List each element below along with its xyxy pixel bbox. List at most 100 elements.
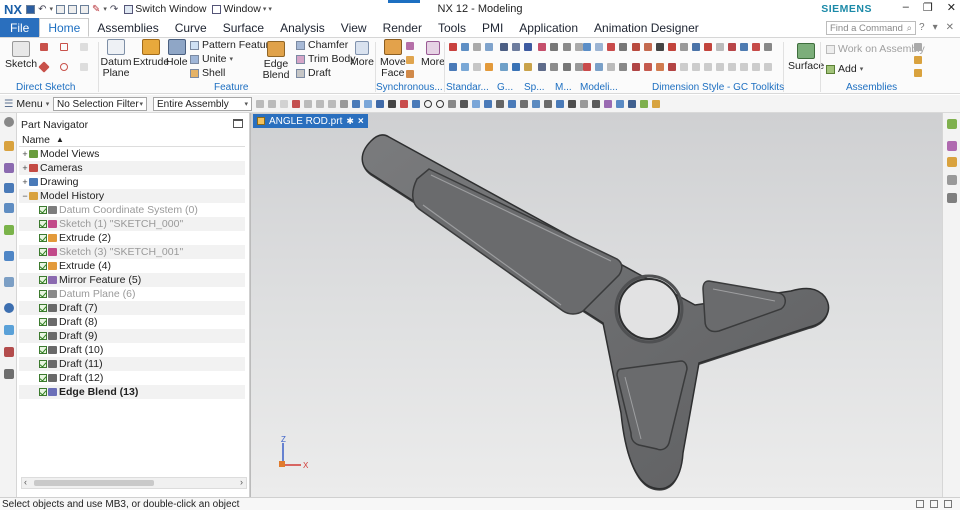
tab-animation-designer[interactable]: Animation Designer [586,18,707,37]
checkbox-icon[interactable] [39,346,47,354]
sketch-gallery-icon[interactable] [80,63,88,71]
scroll-right-icon[interactable]: › [240,477,243,487]
restore-icon[interactable]: ❐ [923,1,933,14]
tab-tools[interactable]: Tools [430,18,474,37]
checkbox-icon[interactable] [39,374,47,382]
navigator-item[interactable]: Draft (9) [19,329,245,343]
cut-icon[interactable] [55,4,65,14]
checkbox-icon[interactable] [39,220,47,228]
selection-filter-select[interactable]: No Selection Filter ▾ [53,97,147,111]
tab-assemblies[interactable]: Assemblies [89,18,166,37]
scroll-thumb[interactable] [34,480,154,486]
expand-icon[interactable]: + [21,149,29,159]
navigator-item[interactable]: Draft (10) [19,343,245,357]
tab-curve[interactable]: Curve [167,18,215,37]
navigator-item[interactable]: Datum Plane (6) [19,287,245,301]
checkbox-icon[interactable] [39,388,47,396]
checkbox-icon[interactable] [39,360,47,368]
navigator-item[interactable]: − Model History [19,189,245,203]
edge-blend-button[interactable]: Edge Blend [262,41,290,81]
sketch-button[interactable]: Sketch [5,41,37,70]
trim-body-button[interactable]: Trim Body [296,53,355,65]
hd3d-tools-icon[interactable] [4,225,14,235]
navigator-item[interactable]: Sketch (1) "SKETCH_000" [19,217,245,231]
repeat-command-icon[interactable]: ↷ [110,4,118,15]
feature-more-button[interactable]: More [350,41,374,68]
switch-window-button[interactable]: Switch Window [124,3,206,15]
chamfer-button[interactable]: Chamfer [296,39,348,51]
angle-rod-model[interactable]: Z X [251,113,943,497]
datum-plane-button[interactable]: Datum Plane [101,39,131,79]
constraint-navigator-icon[interactable] [4,163,14,173]
arc-icon[interactable] [60,63,68,71]
horizontal-scrollbar[interactable]: ‹ › [21,477,247,489]
navigator-item[interactable]: Sketch (3) "SKETCH_001" [19,245,245,259]
navigator-item[interactable]: Datum Coordinate System (0) [19,203,245,217]
copy-icon[interactable] [67,4,77,14]
checkbox-icon[interactable] [39,304,47,312]
find-command-input[interactable]: Find a Command ⌕ [826,21,916,35]
tab-file[interactable]: File [0,18,40,37]
touch-mode-icon[interactable]: ✎ [92,4,100,15]
ribbon-options-icon[interactable]: ▾ [933,22,938,33]
add-component-button[interactable]: Add ▾ [826,63,863,75]
synchronous-more-button[interactable]: More [421,41,445,68]
scene-icon[interactable] [947,175,957,185]
clock-icon[interactable] [4,303,14,313]
save-icon[interactable] [26,4,36,14]
web-browser-icon[interactable] [4,251,14,261]
navigator-item[interactable]: Extrude (2) [19,231,245,245]
move-face-button[interactable]: Move Face [380,39,406,79]
delete-face-icon[interactable] [406,42,414,50]
status-close-icon[interactable] [930,500,938,508]
collapse-icon[interactable]: − [21,191,29,201]
surface-button[interactable]: Surface [788,43,824,72]
navigator-item[interactable]: Mirror Feature (5) [19,273,245,287]
assembly-navigator-icon[interactable] [4,141,14,151]
selection-scope-select[interactable]: Entire Assembly ▾ [153,97,252,111]
part-navigator-icon[interactable] [4,183,14,193]
layers-icon[interactable] [947,193,957,203]
menu-button[interactable]: ☰ Menu ▾ [0,98,53,110]
draft-button[interactable]: Draft [296,67,331,79]
palette-icon[interactable] [4,325,14,335]
window-menu[interactable]: Window ▾ ▾ [212,3,272,15]
paste-icon[interactable] [79,4,89,14]
tab-surface[interactable]: Surface [215,18,272,37]
name-column-header[interactable]: Name ▲ [19,133,245,147]
hole-button[interactable]: Hole [166,39,188,68]
minimize-icon[interactable]: – [903,1,909,14]
checkbox-icon[interactable] [39,318,47,326]
navigator-item[interactable]: Draft (12) [19,371,245,385]
shell-button[interactable]: Shell [190,67,225,79]
tab-pmi[interactable]: PMI [474,18,511,37]
window-close-icon[interactable]: ✕ [946,22,954,33]
offset-region-icon[interactable] [406,70,414,78]
status-grid-icon[interactable] [916,500,924,508]
navigator-item[interactable]: Edge Blend (13) [19,385,245,399]
checkbox-icon[interactable] [39,206,47,214]
unite-button[interactable]: Unite ▾ [190,53,233,65]
document-tab[interactable]: ANGLE ROD.prt ✱ × [253,114,368,128]
navigator-item[interactable]: + Model Views [19,147,245,161]
render-style-icon[interactable] [947,141,957,151]
checkbox-icon[interactable] [39,248,47,256]
tab-view[interactable]: View [333,18,375,37]
system-materials-icon[interactable] [4,369,14,379]
history-icon[interactable] [4,277,14,287]
status-panel-icon[interactable] [944,500,952,508]
navigator-item[interactable]: Draft (8) [19,315,245,329]
rectangle-icon[interactable] [60,43,68,51]
more-sketch-icon[interactable] [80,43,88,51]
navigator-item[interactable]: + Drawing [19,175,245,189]
close-document-icon[interactable]: × [358,116,364,127]
settings-icon[interactable] [4,117,14,127]
navigator-item[interactable]: Extrude (4) [19,259,245,273]
checkbox-icon[interactable] [39,290,47,298]
help-icon[interactable]: ? [919,22,925,33]
expand-icon[interactable]: + [21,177,29,187]
maximize-icon[interactable] [233,119,243,128]
checkbox-icon[interactable] [39,234,47,242]
navigator-item[interactable]: Draft (7) [19,301,245,315]
graphics-window[interactable]: Z X ANGLE ROD.prt ✱ × [250,113,942,497]
